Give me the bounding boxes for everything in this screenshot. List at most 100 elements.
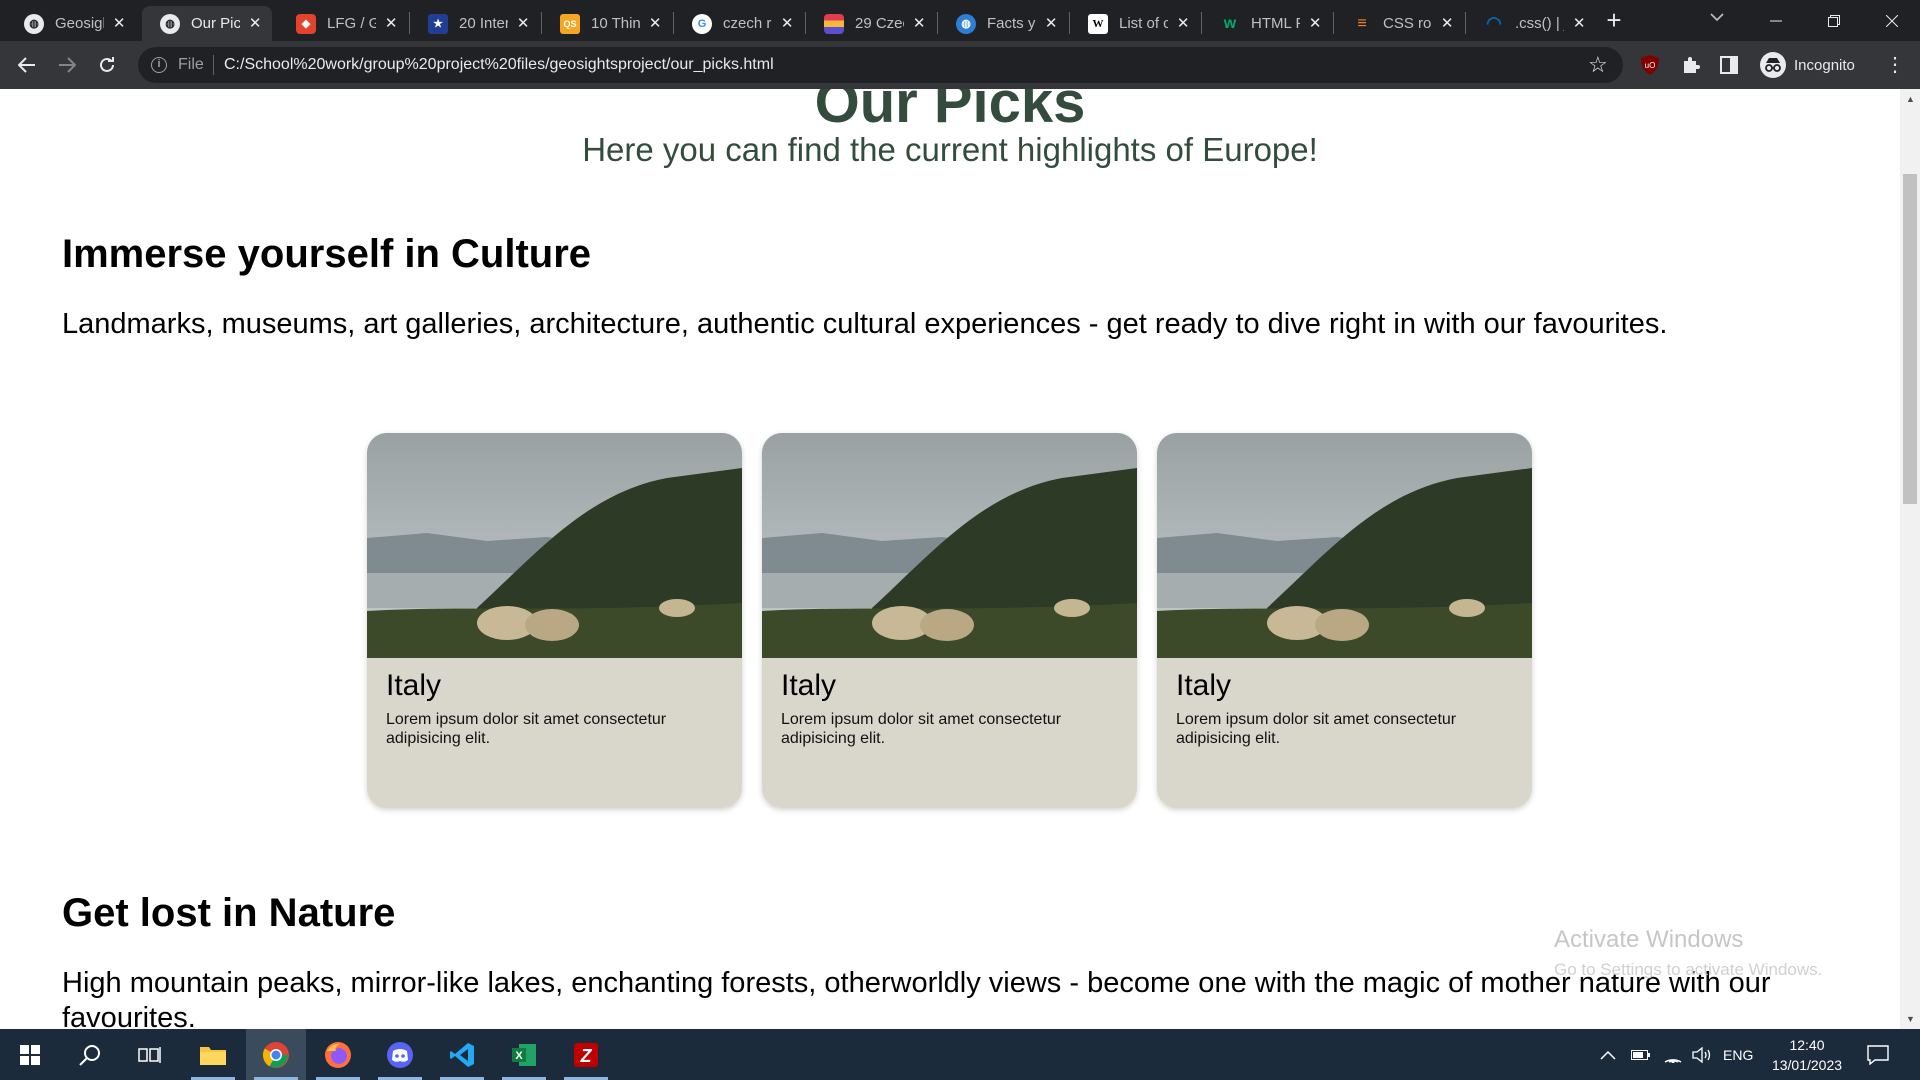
culture-description: Landmarks, museums, art galleries, archi…	[62, 308, 1668, 340]
tab-title: LFG / GeoSights	[327, 15, 377, 32]
tab-css-roc[interactable]: ≡ CSS roc ✕	[1334, 6, 1464, 41]
battery-icon[interactable]	[1631, 1029, 1651, 1080]
minimize-button[interactable]	[1748, 0, 1804, 41]
forward-button[interactable]	[53, 51, 81, 79]
divider	[213, 55, 214, 75]
card-description: Lorem ipsum dolor sit amet consectetur a…	[1176, 711, 1457, 747]
svg-text:uO: uO	[1645, 61, 1656, 70]
search-icon[interactable]	[60, 1029, 120, 1080]
url-text[interactable]: C:/School%20work/group%20project%20files…	[224, 56, 774, 74]
card-title: Italy	[386, 669, 442, 702]
card-description: Lorem ipsum dolor sit amet consectetur a…	[781, 711, 1062, 747]
tab-jquery-css[interactable]: ◠ .css() | j ✕	[1466, 6, 1596, 41]
start-button[interactable]	[0, 1029, 60, 1080]
card-title: Italy	[1176, 669, 1232, 702]
tab-geosights[interactable]: ◍ Geosights ✕	[6, 6, 136, 41]
tab-our-picks[interactable]: ◍ Our Picks ✕	[142, 6, 272, 41]
page-viewport: Our Picks Here you can find the current …	[0, 89, 1900, 1029]
tab-20-interesting[interactable]: ★ 20 Interesting ✕	[410, 6, 540, 41]
taskbar-clock[interactable]: 12:40 13/01/2023	[1762, 1035, 1852, 1075]
tab-title: CSS roc	[1383, 15, 1432, 32]
task-view-icon[interactable]	[120, 1029, 180, 1080]
close-icon[interactable]: ✕	[1176, 15, 1190, 32]
clock-time: 12:40	[1789, 1037, 1825, 1053]
svg-text:Z: Z	[580, 1046, 593, 1066]
back-button[interactable]	[13, 51, 41, 79]
close-icon[interactable]: ✕	[1440, 15, 1454, 32]
browser-tab-strip: ◍ Geosights ✕ ◍ Our Picks ✕ ◆ LFG / GeoS…	[0, 0, 1920, 41]
close-icon[interactable]: ✕	[1572, 15, 1586, 32]
discord-icon[interactable]	[370, 1029, 430, 1080]
bookmark-star-icon[interactable]: ☆	[1588, 52, 1608, 78]
activate-windows-watermark: Activate Windows	[1554, 926, 1744, 953]
page-scrollbar[interactable]: ▲ ▼	[1900, 89, 1920, 1029]
scroll-down-arrow-icon[interactable]: ▼	[1906, 1014, 1915, 1024]
filezilla-icon[interactable]: Z	[556, 1029, 616, 1080]
close-icon[interactable]: ✕	[248, 15, 262, 32]
pick-card[interactable]: Italy Lorem ipsum dolor sit amet consect…	[367, 433, 742, 808]
tab-list-of[interactable]: W List of c ✕	[1070, 6, 1200, 41]
close-icon[interactable]: ✕	[516, 15, 530, 32]
tab-gitlab[interactable]: ◆ LFG / GeoSights ✕	[278, 6, 408, 41]
extensions-puzzle-icon[interactable]	[1679, 53, 1703, 77]
incognito-icon	[1760, 52, 1786, 78]
menu-kebab-icon[interactable]: ⋮	[1885, 52, 1905, 78]
tab-facts-you[interactable]: ◍ Facts you ✕	[938, 6, 1068, 41]
tab-10-things[interactable]: QS 10 Things ✕	[542, 6, 672, 41]
page-subtitle: Here you can find the current highlights…	[582, 131, 1318, 168]
incognito-profile-button[interactable]: Incognito	[1754, 48, 1869, 82]
volume-icon[interactable]	[1692, 1029, 1712, 1080]
language-indicator[interactable]: ENG	[1723, 1029, 1753, 1080]
culture-heading: Immerse yourself in Culture	[62, 232, 592, 276]
address-bar[interactable]: i File C:/School%20work/group%20project%…	[138, 47, 1623, 83]
chrome-icon[interactable]	[246, 1029, 306, 1080]
tab-29-czech[interactable]: 29 Czech ✕	[806, 6, 936, 41]
close-icon[interactable]: ✕	[112, 15, 126, 32]
globe-icon: ◍	[160, 13, 180, 34]
pick-card[interactable]: Italy Lorem ipsum dolor sit amet consect…	[1157, 433, 1532, 808]
close-icon[interactable]: ✕	[1044, 15, 1058, 32]
card-description: Lorem ipsum dolor sit amet consectetur a…	[386, 711, 667, 747]
qs-icon: QS	[560, 13, 580, 34]
close-icon[interactable]: ✕	[384, 15, 398, 32]
reload-button[interactable]	[93, 51, 121, 79]
tab-title: List of c	[1119, 15, 1169, 32]
scrollbar-thumb[interactable]	[1903, 174, 1917, 504]
tab-czech-republic[interactable]: G czech republic ✕	[674, 6, 804, 41]
close-window-button[interactable]	[1864, 0, 1920, 41]
tab-title: 10 Things	[591, 15, 641, 32]
activate-windows-subtext: Go to Settings to activate Windows.	[1554, 960, 1823, 979]
scroll-up-arrow-icon[interactable]: ▲	[1906, 94, 1915, 104]
svg-text:X: X	[515, 1050, 523, 1062]
w3schools-icon: w	[1223, 14, 1237, 32]
show-hidden-icons-icon[interactable]	[1600, 1029, 1616, 1080]
gitlab-icon: ◆	[296, 13, 316, 34]
new-tab-button[interactable]: +	[1601, 7, 1627, 34]
landscape-sheep-image	[367, 433, 742, 658]
page-title: Our Picks	[814, 89, 1086, 135]
tab-search-icon[interactable]	[1710, 11, 1724, 25]
tab-title: 20 Interesting	[459, 15, 509, 32]
close-icon[interactable]: ✕	[648, 15, 662, 32]
firefox-icon[interactable]	[308, 1029, 368, 1080]
side-panel-icon[interactable]	[1717, 53, 1741, 77]
jquery-icon: ◠	[1486, 13, 1502, 33]
pick-card[interactable]: Italy Lorem ipsum dolor sit amet consect…	[762, 433, 1137, 808]
globe-icon: ◍	[24, 13, 44, 34]
vscode-icon[interactable]	[432, 1029, 492, 1080]
flag-icon: ★	[428, 13, 448, 34]
close-icon[interactable]: ✕	[780, 15, 794, 32]
card-title: Italy	[781, 669, 837, 702]
notifications-icon[interactable]	[1867, 1029, 1889, 1080]
file-explorer-icon[interactable]	[183, 1029, 243, 1080]
close-icon[interactable]: ✕	[912, 15, 926, 32]
ublock-icon[interactable]: uO	[1638, 53, 1662, 77]
info-icon[interactable]: i	[151, 57, 167, 73]
tab-title: Our Picks	[191, 15, 241, 32]
excel-icon[interactable]: X	[494, 1029, 554, 1080]
close-icon[interactable]: ✕	[1308, 15, 1322, 32]
tab-html-f[interactable]: w HTML F ✕	[1202, 6, 1332, 41]
wifi-icon[interactable]	[1664, 1029, 1682, 1080]
restore-button[interactable]	[1806, 0, 1862, 41]
clock-date: 13/01/2023	[1771, 1057, 1843, 1073]
